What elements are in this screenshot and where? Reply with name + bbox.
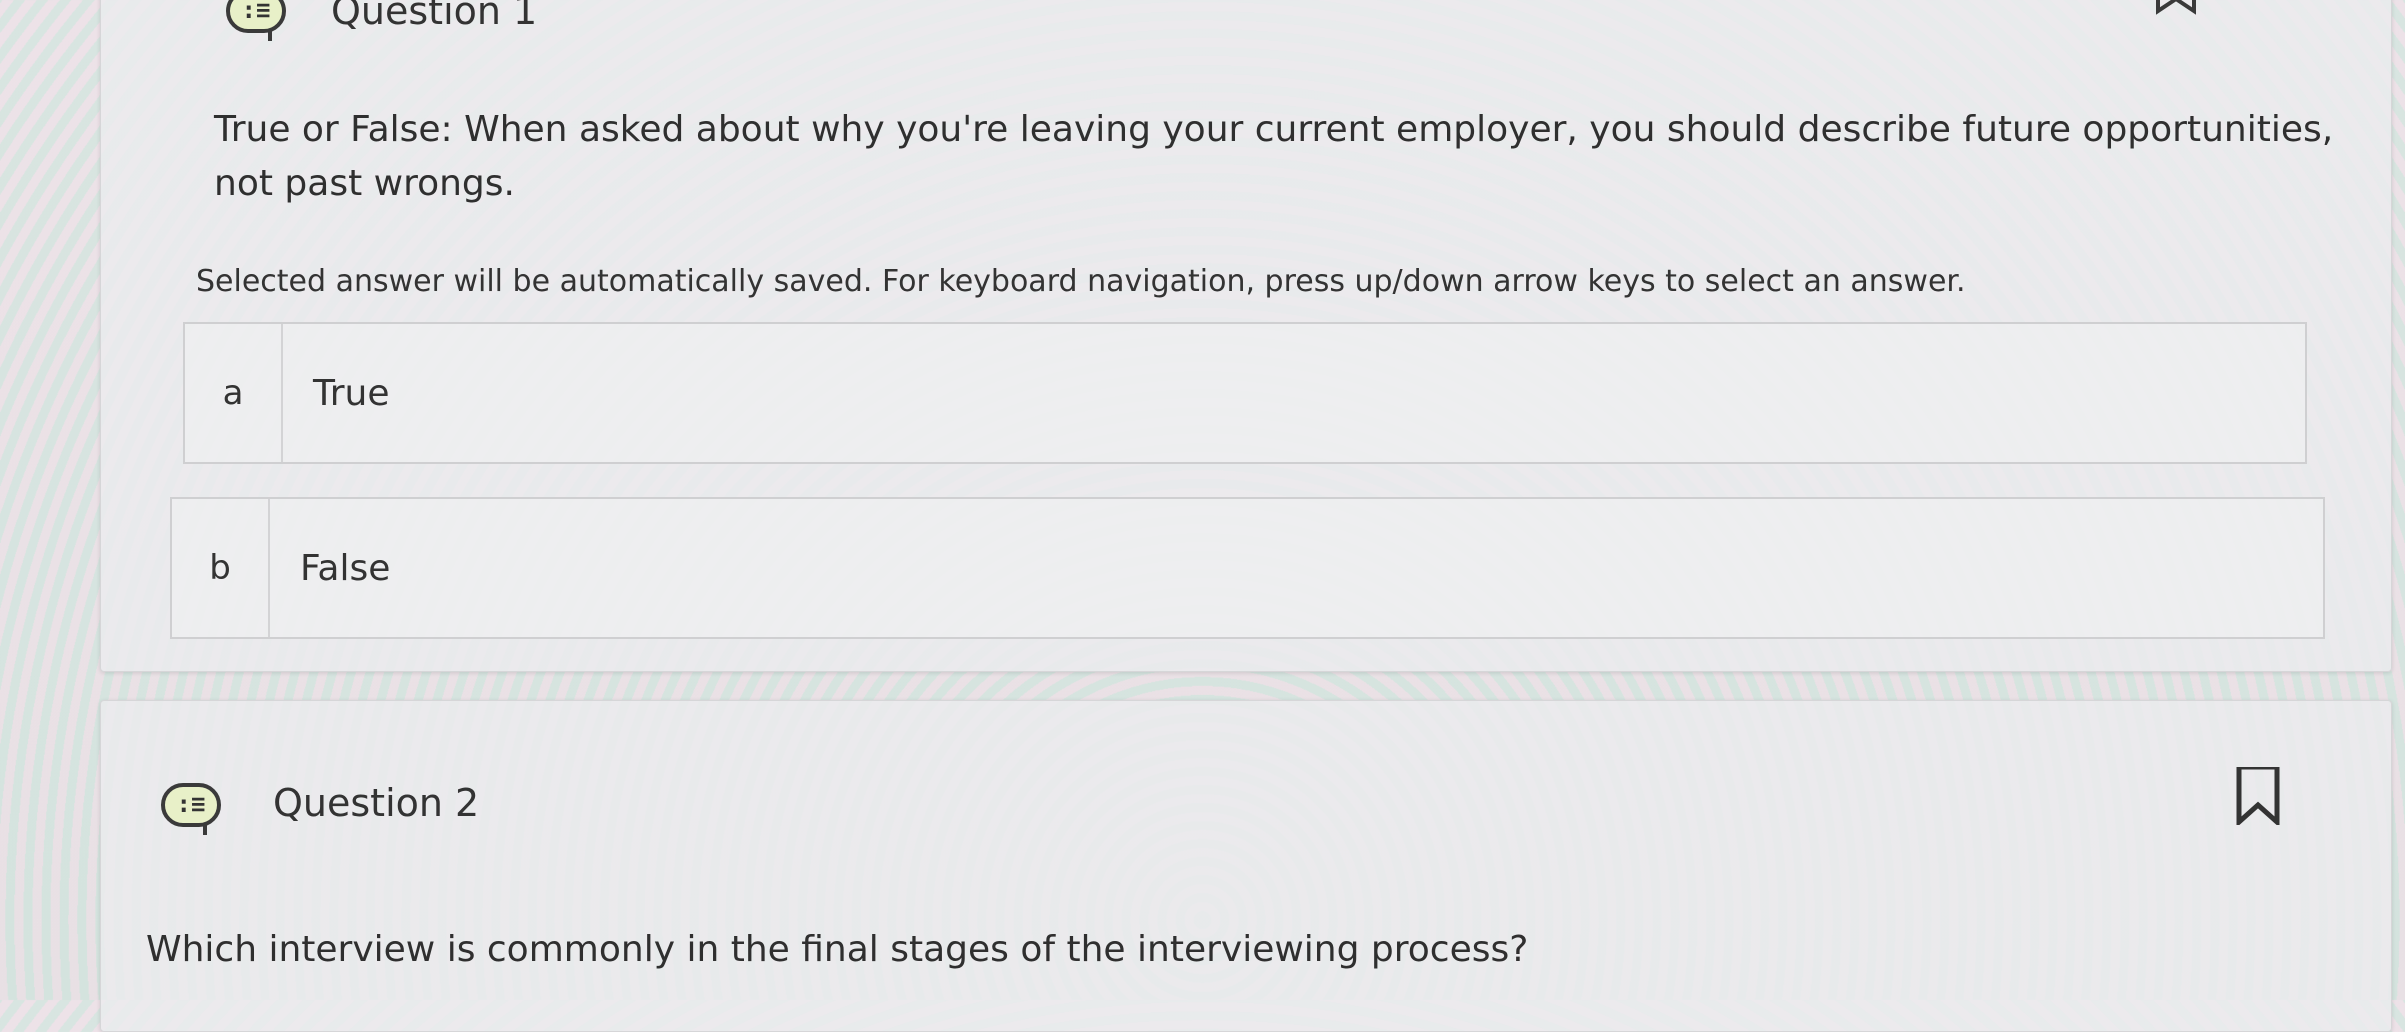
answer-instructions: Selected answer will be automatically sa…	[196, 264, 1966, 299]
option-a[interactable]: a True	[183, 322, 2307, 464]
option-letter: b	[172, 499, 270, 637]
bookmark-icon[interactable]	[2236, 767, 2280, 825]
question-list-icon: :≡	[226, 0, 286, 41]
question-1-title: Question 1	[331, 0, 538, 33]
question-2-card: :≡ Question 2 Which interview is commonl…	[100, 700, 2392, 1032]
question-2-text: Which interview is commonly in the final…	[146, 929, 1529, 970]
option-b[interactable]: b False	[170, 497, 2325, 639]
bookmark-icon[interactable]	[2156, 0, 2196, 15]
option-letter: a	[185, 324, 283, 462]
option-label: True	[313, 372, 390, 414]
option-label: False	[300, 547, 391, 589]
question-2-title: Question 2	[273, 781, 480, 825]
question-1-text: True or False: When asked about why you'…	[214, 109, 2334, 204]
question-list-icon: :≡	[161, 783, 221, 835]
